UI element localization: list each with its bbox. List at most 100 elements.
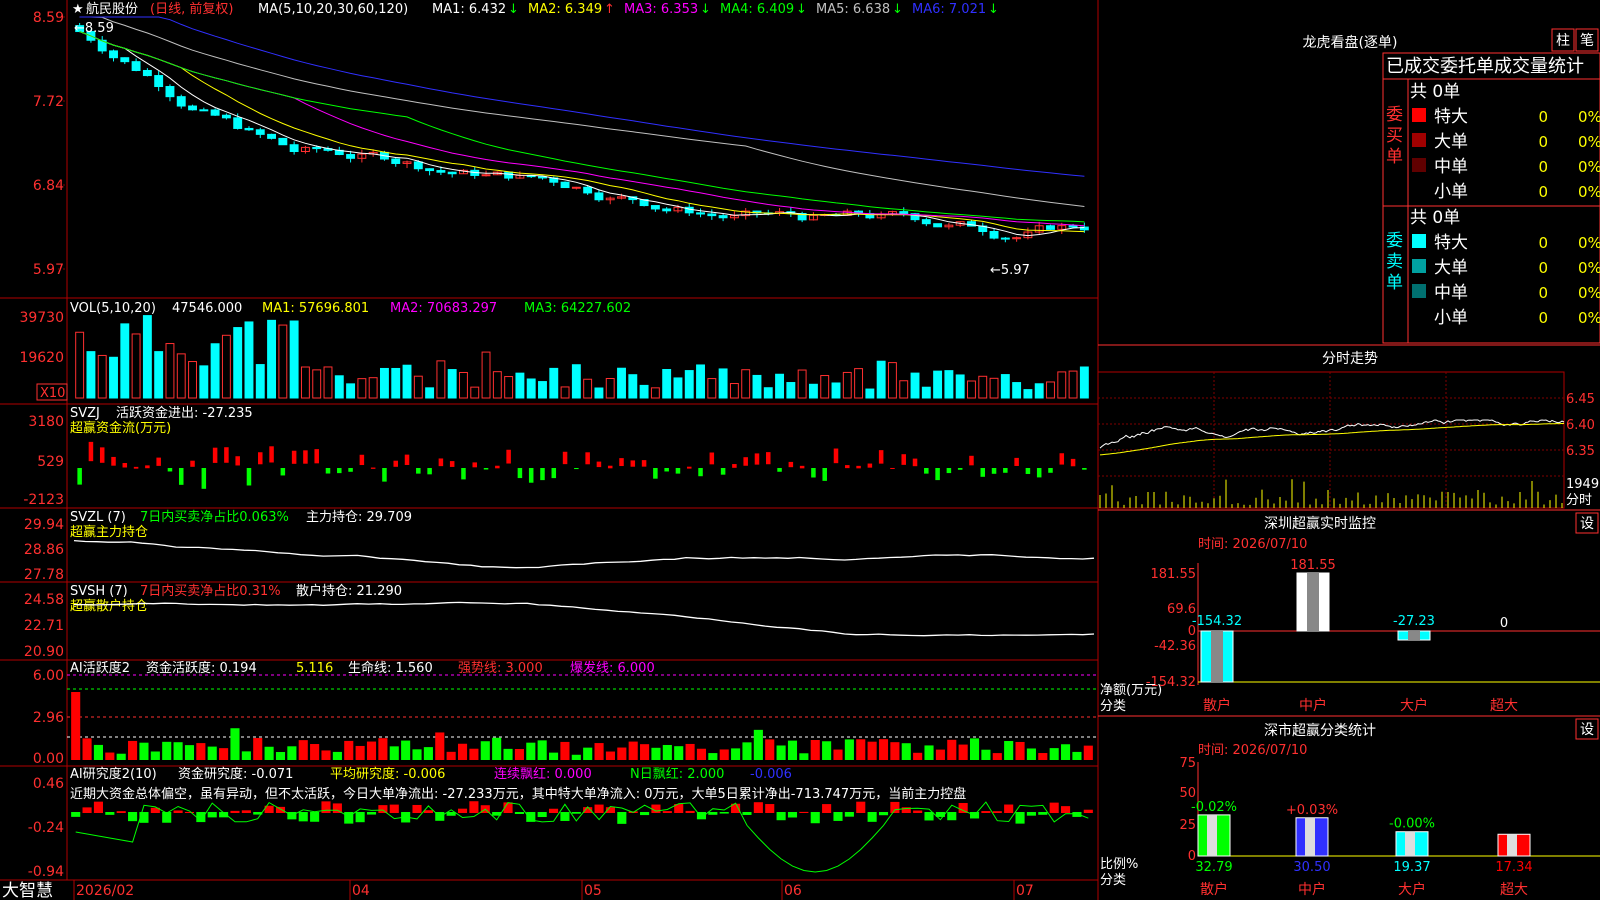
ai-active-bar [480, 741, 490, 760]
monitor-value-label: -27.23 [1393, 614, 1435, 629]
volume-bar [459, 371, 468, 399]
sell-orders-label: 委卖单 [1386, 231, 1403, 293]
ai-research-bar [241, 810, 251, 813]
volume-bar [221, 334, 231, 399]
candle-body [289, 144, 299, 153]
period-label[interactable]: (日线, 前复权) [150, 1, 233, 17]
ai-research-label2: 平均研究度: -0.006 [330, 766, 445, 782]
ai-active-bar [514, 748, 524, 760]
svsh-tick: 24.58 [24, 592, 64, 608]
ai-active-bar [1049, 748, 1059, 760]
ai-active-bar [128, 740, 138, 760]
svzj-bar [901, 454, 906, 465]
order-row-name: 小单 [1434, 182, 1468, 202]
volume-bar [210, 343, 220, 399]
ai-active-bar [787, 740, 798, 760]
ai-active-bar [1026, 748, 1036, 760]
ai-research-tick: -0.94 [28, 864, 64, 880]
minute-grid [1098, 372, 1564, 508]
svzj-bar [946, 468, 952, 474]
volume-bar [752, 374, 762, 399]
volume-bar [515, 372, 525, 399]
volume-bar [233, 327, 243, 399]
candle-body [120, 57, 130, 63]
monitor-ylabel: 净额(万元) [1100, 683, 1162, 698]
svzj-bar [686, 466, 692, 469]
svzj-bar [359, 454, 365, 466]
ai-active-bar [901, 743, 911, 760]
ai-active-bar [230, 728, 240, 760]
stock-name[interactable]: 航民股份 [86, 1, 138, 17]
stats-value-label: 19.37 [1393, 860, 1430, 875]
svzl-tick: 27.78 [24, 567, 64, 583]
stats-value-label: 17.34 [1495, 860, 1532, 875]
vol-unit: X10 [40, 386, 65, 401]
volume-bar [391, 367, 401, 399]
stats-xlabel: 分类 [1100, 873, 1126, 888]
ai-research-bar [207, 812, 217, 818]
ai-active-bar [298, 740, 308, 760]
ai-research-title: AI研究度2(10) [70, 766, 157, 782]
ma-arrow: ↓ [700, 2, 711, 17]
ma-item: MA3: 6.353 [624, 2, 698, 17]
ai-active-bar [423, 747, 433, 760]
volume-bar [933, 370, 943, 399]
ai-research-bar [321, 801, 331, 813]
ai-active-bar [583, 747, 593, 760]
volume-bar [673, 377, 683, 399]
ai-research-bar [457, 808, 468, 813]
buy-order-rows: 特大 0 0% 大单 0 0% 中单 0 0% 小单 0 0% [1412, 107, 1600, 202]
ai-active-title: AI活跃度2 [70, 660, 130, 676]
volume-bar [650, 387, 660, 399]
candle-body [571, 186, 581, 189]
ma-label: MA(5,10,20,30,60,120) [258, 2, 408, 17]
stats-bar-shade [1405, 831, 1415, 856]
ai-active-bar [93, 744, 103, 760]
candle-body [346, 154, 356, 159]
svzj-title: SVZJ [70, 406, 100, 421]
svzj-bar [506, 449, 511, 464]
ai-research-bar [537, 812, 547, 818]
svzj-bar [1082, 468, 1087, 470]
ai-active-label1: 资金活跃度: 0.194 [146, 660, 257, 676]
candle-body [267, 133, 277, 139]
ai-active-bar [628, 741, 638, 760]
order-row-name: 大单 [1434, 132, 1468, 152]
candle-body [696, 212, 705, 215]
ai-research-comment: 近期大资金总体偏空，虽有异动，但不太活跃，今日大单净流出: -27.233万元，… [70, 786, 966, 802]
volume-bar [86, 351, 96, 399]
volume-bar [1012, 382, 1022, 399]
candle-body [425, 168, 435, 172]
ai-research-tick: 0.46 [33, 776, 64, 792]
volume-bar [854, 368, 864, 399]
ma-line [79, 16, 1085, 177]
volume-bar [662, 369, 672, 399]
right-panel: 龙虎看盘(逐单) 柱 笔 已成交委托单成交量统计 委买单 共 0单 特大 0 0% 大… [1097, 28, 1600, 898]
order-row-count: 0 [1538, 234, 1548, 252]
minute-volume-bars [1099, 479, 1563, 508]
order-row-count: 0 [1538, 284, 1548, 302]
ma-item: MA4: 6.409 [720, 2, 794, 17]
stats-category-label: 散户 [1200, 881, 1228, 898]
ai-active-bar [708, 753, 718, 760]
volume-bar [323, 366, 333, 399]
volume-bar [300, 366, 310, 399]
ai-research-bar [298, 812, 308, 822]
candle-body [165, 86, 175, 98]
ai-active-bar [446, 751, 456, 760]
svzl-line [73, 539, 1095, 569]
date-tick: 07 [1016, 883, 1034, 899]
volume-bar [571, 364, 581, 399]
candle-body [583, 186, 593, 194]
stats-title: 深市超赢分类统计 [1264, 722, 1376, 739]
svzj-bar [269, 446, 274, 463]
ai-research-bar [742, 812, 752, 815]
volume-bar [312, 369, 322, 399]
minute-axis: 6.45 6.40 6.35 1949 分时 [1566, 392, 1599, 508]
svzj-bar [495, 465, 500, 469]
volume-bar [921, 386, 931, 399]
svzj-bar [788, 461, 794, 468]
volume-bar [707, 378, 717, 399]
ai-active-bar [219, 748, 229, 760]
svzj-bar [190, 460, 195, 467]
